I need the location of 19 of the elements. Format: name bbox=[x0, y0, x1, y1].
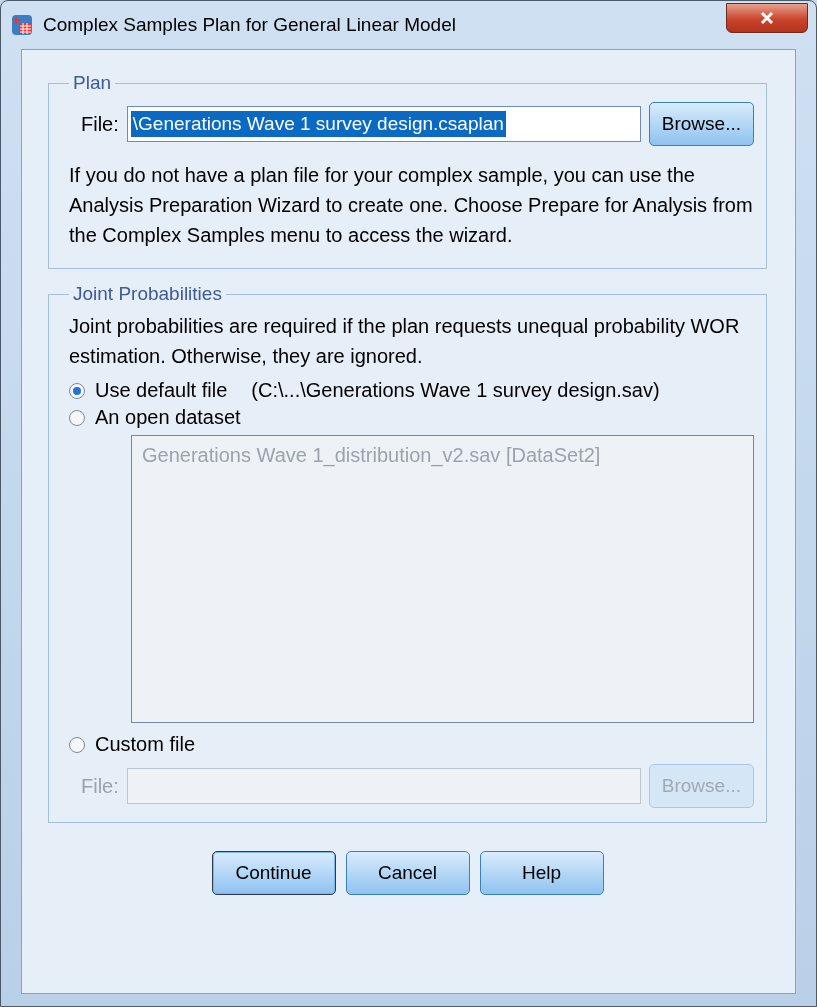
window-title: Complex Samples Plan for General Linear Model bbox=[43, 14, 457, 36]
file-field[interactable]: \Generations Wave 1 survey design.csaplan bbox=[126, 106, 641, 142]
help-text: Joint probabilities are required if the plan requests unequal probability WOR estimation. Otherwise, they are ignored. bbox=[69, 314, 741, 369]
radio-button[interactable] bbox=[69, 382, 85, 399]
field-label: File: bbox=[81, 774, 119, 798]
close-icon bbox=[760, 11, 774, 25]
table-app-icon bbox=[11, 14, 33, 36]
help-text: If you do not have a plan file for your complex sample, you can use the Analysis Preparation Wizard to create one. Choose Prepare for Analysis from the Complex Samples menu to access the wizard. bbox=[69, 163, 754, 248]
field-label: File: bbox=[81, 112, 119, 136]
dialog-button[interactable]: Cancel bbox=[345, 851, 470, 895]
default-file-path: (C:\...\Generations Wave 1 survey design.sav) bbox=[251, 379, 660, 402]
dialog-button[interactable]: Continue bbox=[211, 851, 336, 895]
browse-button[interactable]: Browse... bbox=[648, 102, 754, 146]
file-field[interactable] bbox=[126, 768, 641, 804]
group-title: Joint Probabilities bbox=[72, 283, 223, 305]
dialog-button[interactable]: Help bbox=[479, 851, 604, 895]
radio-label[interactable]: Use default file bbox=[95, 379, 228, 402]
close-button[interactable] bbox=[726, 3, 808, 33]
group-title: Plan bbox=[72, 72, 113, 94]
